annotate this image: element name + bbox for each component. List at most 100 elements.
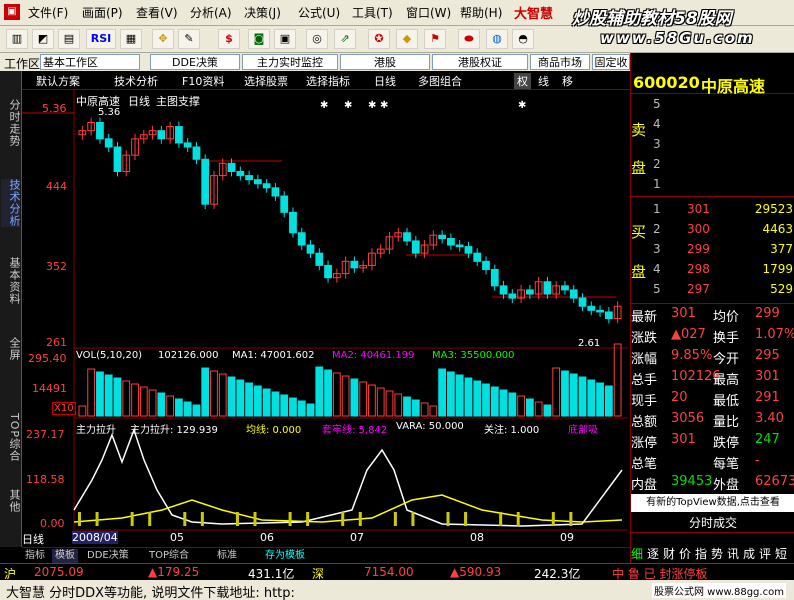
multi-chart-dropdown[interactable]: 多图组合 [418,73,462,89]
diamond-icon[interactable]: ◆ [396,29,418,49]
volume-bar [78,405,87,417]
move-button[interactable]: 移 [562,73,573,89]
volume-bar [245,382,253,417]
panel-tab-tick[interactable]: 逐 [647,545,659,562]
volume-bar [569,373,578,417]
tab-fixed-income[interactable]: 固定收益平台 [592,54,630,70]
tab-dde-decision[interactable]: DDE决策 [84,549,132,563]
sidebar-item-basic[interactable]: 基本资料 [1,257,21,305]
pen-icon[interactable]: ✎ [178,29,200,49]
menu-tools[interactable]: 工具(T) [352,4,393,21]
menu-view[interactable]: 查看(V) [136,4,178,21]
kline-chart[interactable]: ✱ ✱ ✱ ✱ ✱ [22,90,630,547]
bar-chart-icon[interactable]: ▤ [58,29,80,49]
volume-bar [552,367,561,417]
stat-value: 291 [755,390,780,405]
sidebar-item-other[interactable]: 其他 [1,489,21,513]
tab-template[interactable]: 模板 [52,549,78,563]
panel-tab-deal[interactable]: 成 [743,545,755,562]
volume-bar [543,404,552,417]
pill-icon[interactable]: ⬬ [458,29,480,49]
sidebar-item-tech[interactable]: 技术分析 [1,179,21,227]
tab-top[interactable]: TOP综合 [146,549,192,563]
medal-icon[interactable]: ✪ [368,29,390,49]
period-dropdown[interactable]: 日线 [374,73,396,89]
tab-hk-warrant[interactable]: 港股权证 [432,54,528,70]
menu-view-picture[interactable]: 画面(P) [82,4,123,21]
scheme-dropdown[interactable]: 默认方案 [36,73,80,89]
buy-level: 1 [653,202,661,216]
chart-area[interactable]: ✱ ✱ ✱ ✱ ✱ 中原高速 日线 主图支撑 5.36 444 352 261 5.36… [22,90,630,547]
sidebar-item-fullscreen[interactable]: 全屏 [1,337,21,361]
volume-bar [490,386,499,417]
stat-value: 301 [671,306,696,321]
panel-tab-news[interactable]: 讯 [727,545,739,562]
signal-bar [464,512,468,526]
ticker-bar: 大智慧 分时DDX等功能, 说明文件下载地址: http: 股票公式网 www.… [0,580,794,600]
panel-tab-index[interactable]: 指 [695,545,707,562]
menu-analysis[interactable]: 分析(A) [190,4,232,21]
tab-indicator[interactable]: 指标 [22,549,48,563]
line-chart-icon[interactable]: ◩ [32,29,54,49]
tab-main-monitor[interactable]: 主力实时监控 [242,54,338,70]
tab-dde[interactable]: DDE决策 [150,54,240,70]
fenshi-button[interactable]: 分时成交 [631,513,794,533]
hat-icon[interactable]: ◓ [512,29,534,49]
volume-bar [166,395,175,417]
topview-notice[interactable]: 有新的TopView数据,点击查看 [631,494,794,512]
menu-window[interactable]: 窗口(W) [406,4,451,21]
sell-level: 5 [653,97,661,111]
select-indicator-button[interactable]: 选择指标 [306,73,350,89]
volume-bar [139,386,148,417]
binoculars-icon[interactable]: ◎ [306,29,328,49]
rsi-button[interactable]: RSI [86,29,116,49]
stat-key: 均价 [713,310,740,325]
stat-row: 最新 301 均价 299 [631,305,794,325]
menu-decision[interactable]: 决策(J) [244,4,281,21]
flag-icon[interactable]: ⚑ [424,29,446,49]
sidebar-item-fenshi[interactable]: 分时走势 [1,99,21,147]
panel-tab-price[interactable]: 价 [679,545,691,562]
volume-bar [368,384,376,417]
rights-button[interactable]: 权 [514,73,531,89]
tab-save-template[interactable]: 存为模板 [262,549,308,563]
money-icon[interactable]: ◙ [248,29,270,49]
candlestick-icon[interactable]: ▥ [6,29,28,49]
tab-standard[interactable]: 标准 [214,549,240,563]
menu-file[interactable]: 文件(F) [28,4,68,21]
candle-body [455,244,464,248]
panel-tab-detail[interactable]: 细 [631,545,645,562]
volume-bar [192,404,201,417]
globe-icon[interactable]: ◍ [486,29,508,49]
tab-hk-stock[interactable]: 港股 [340,54,430,70]
buy-price: 301 [687,202,710,216]
menu-help[interactable]: 帮助(H) [460,4,502,21]
stat-value: 62673 [755,474,794,489]
panel-tab-short[interactable]: 短 [775,545,787,562]
dollar-icon[interactable]: $ [218,29,240,49]
trend-icon[interactable]: ⇗ [334,29,356,49]
candle-body [227,162,236,173]
select-stock-button[interactable]: 选择股票 [244,73,288,89]
signal-bar [393,512,397,526]
move-icon[interactable]: ✥ [152,29,174,49]
panel-tab-finance[interactable]: 财 [663,545,675,562]
volume-bar [561,370,569,417]
line-button[interactable]: 线 [538,73,549,89]
tab-commodity[interactable]: 商品市场 [530,54,590,70]
chart-icon[interactable]: ▣ [274,29,296,49]
menu-formula[interactable]: 公式(U) [298,4,340,21]
f10-button[interactable]: F10资料 [182,73,224,89]
volume-bar [411,399,420,417]
workspace-select[interactable]: 基本工作区 [40,54,140,70]
buy-volume: 377 [770,242,793,256]
stock-name: 中原高速 [701,77,766,96]
tech-dropdown[interactable]: 技术分析 [114,73,158,89]
volume-bar [227,376,236,417]
grid-icon[interactable]: ▦ [120,29,142,49]
volume-bar [534,401,543,417]
sidebar-item-top[interactable]: TOP综合 [1,413,21,462]
ind-axis-zero: 0.00 [40,517,65,530]
panel-tab-review[interactable]: 评 [759,545,771,562]
panel-tab-trend[interactable]: 势 [711,545,723,562]
